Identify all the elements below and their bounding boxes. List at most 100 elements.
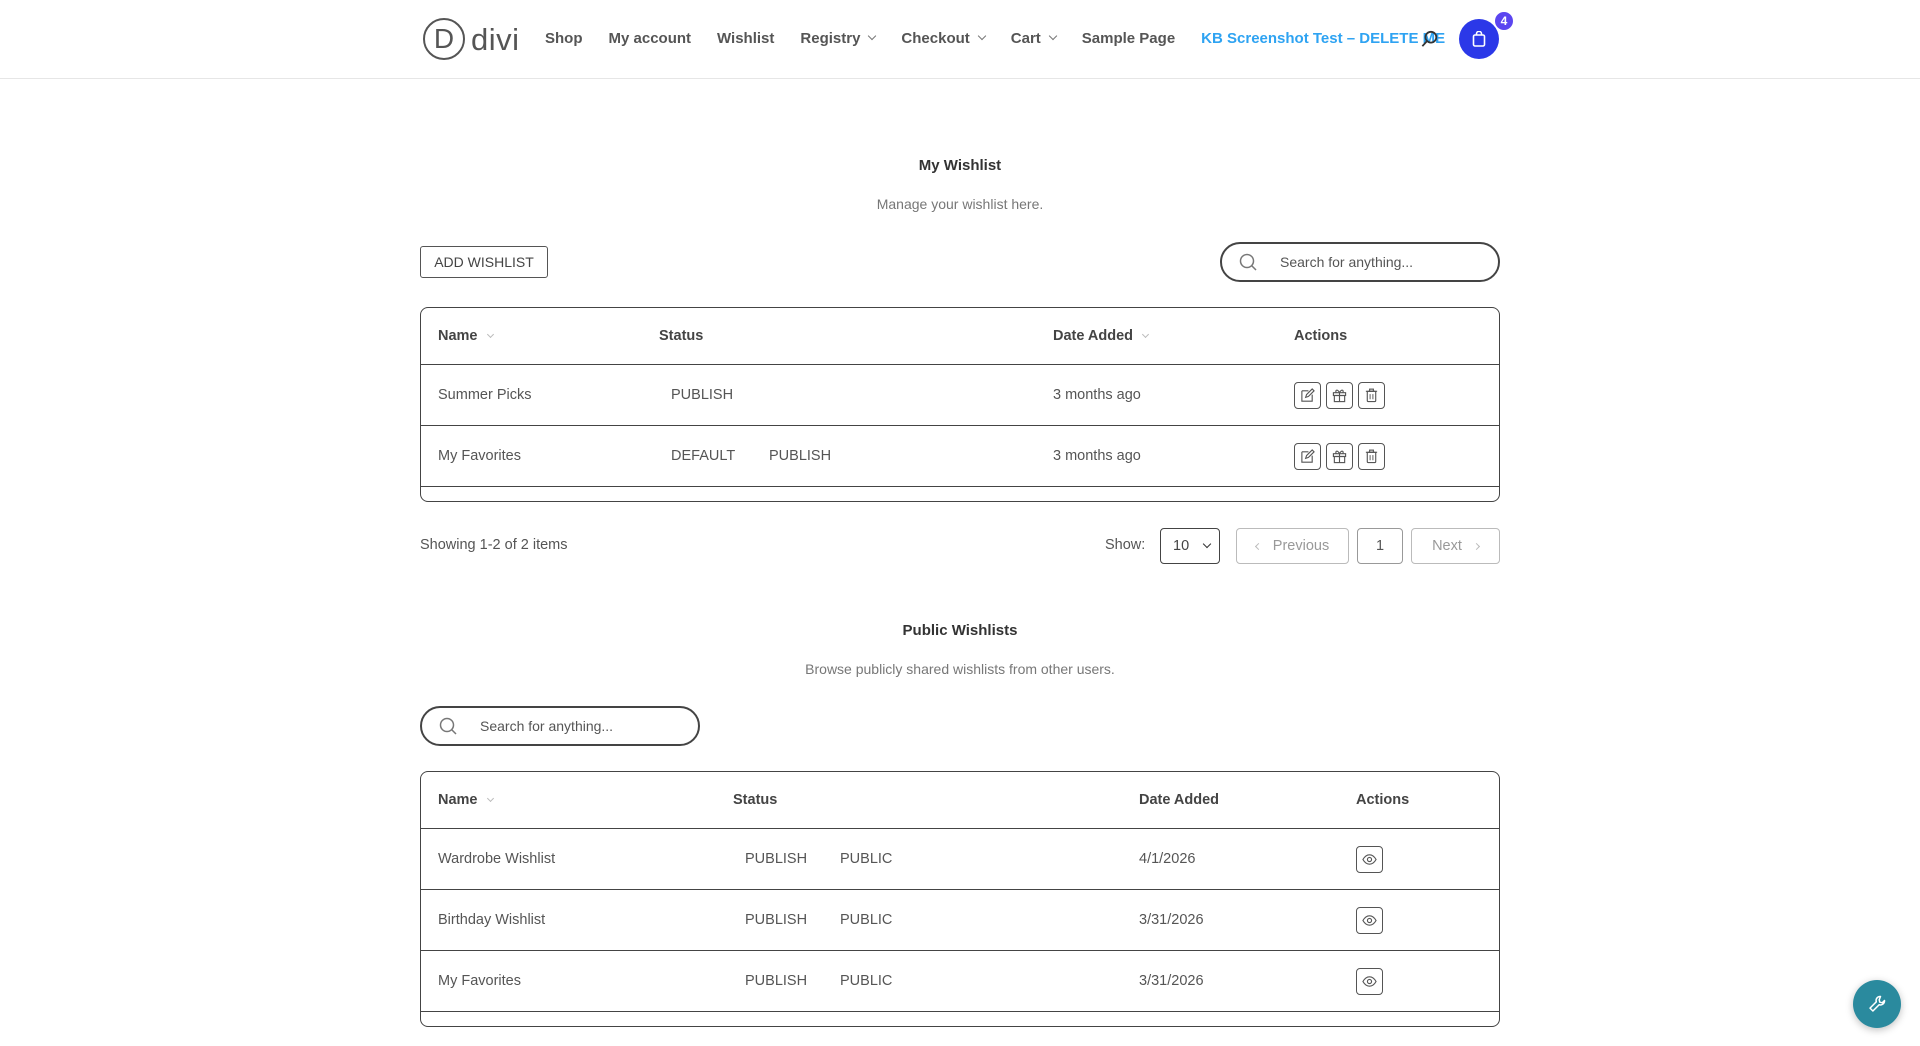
column-status-header: Status <box>659 328 704 344</box>
edit-button[interactable] <box>1294 442 1321 470</box>
status-badge: PUBLISH <box>745 851 808 867</box>
my-wishlist-search-input[interactable] <box>1280 254 1480 270</box>
column-label: Date Added <box>1053 328 1134 344</box>
search-icon[interactable] <box>1421 30 1439 48</box>
logo-mark: D <box>423 18 465 60</box>
chevron-left-icon <box>1254 542 1262 550</box>
view-button[interactable] <box>1356 967 1383 995</box>
next-page-button[interactable]: Next <box>1411 528 1500 564</box>
status-badge: PUBLISH <box>671 387 734 403</box>
shopping-bag-icon <box>1472 31 1486 47</box>
nav-label: Cart <box>1010 29 1041 47</box>
status-badge: PUBLISH <box>745 973 808 989</box>
chevron-down-icon <box>1202 539 1212 549</box>
table-row: My Favorites PUBLISH PUBLIC 3/31/2026 <box>421 951 1499 1012</box>
wishlist-name: Birthday Wishlist <box>438 912 546 928</box>
date-added: 4/1/2026 <box>1139 851 1196 867</box>
column-name-header[interactable]: Name <box>438 328 494 344</box>
add-wishlist-button[interactable]: ADD WISHLIST <box>420 246 548 278</box>
per-page-label: Show: <box>1105 537 1146 553</box>
table-row: Wardrobe Wishlist PUBLISH PUBLIC 4/1/202… <box>421 829 1499 890</box>
edit-icon <box>1301 448 1315 463</box>
public-wishlists-search <box>420 706 700 746</box>
edit-button[interactable] <box>1294 381 1321 409</box>
table-row: My Favorites DEFAULT PUBLISH 3 months ag… <box>421 426 1499 487</box>
previous-page-button[interactable]: Previous <box>1236 528 1349 564</box>
my-wishlist-title: My Wishlist <box>918 157 1002 174</box>
nav-label: Shop <box>545 29 583 47</box>
settings-fab-button[interactable] <box>1853 980 1901 1028</box>
view-button[interactable] <box>1356 845 1383 873</box>
trash-icon <box>1365 449 1378 463</box>
column-date-header[interactable]: Date Added <box>1053 328 1150 344</box>
nav-item-shop[interactable]: Shop <box>545 30 583 47</box>
status-badge: PUBLISH <box>745 912 808 928</box>
my-wishlist-search <box>1220 242 1500 282</box>
nav-item-sample-page[interactable]: Sample Page <box>1082 30 1175 47</box>
wishlist-name: My Favorites <box>438 973 521 989</box>
main-nav: Shop My account Wishlist Registry Checko… <box>545 26 1471 50</box>
view-button[interactable] <box>1356 906 1383 934</box>
column-actions-header: Actions <box>1294 328 1348 344</box>
public-wishlists-table: Name Status Date Added Actions Wardrobe … <box>420 771 1500 1027</box>
page-number-button[interactable]: 1 <box>1357 528 1403 564</box>
chevron-right-icon <box>1472 542 1480 550</box>
nav-item-wishlist[interactable]: Wishlist <box>717 30 774 47</box>
delete-button[interactable] <box>1358 381 1385 409</box>
cart-button[interactable] <box>1459 19 1499 59</box>
public-wishlists-search-input[interactable] <box>480 718 680 734</box>
wrench-icon <box>1869 995 1886 1012</box>
previous-label: Previous <box>1272 538 1330 554</box>
column-name-header[interactable]: Name <box>438 792 494 808</box>
site-header: D divi Shop My account Wishlist Registry… <box>0 0 1920 79</box>
nav-label: Checkout <box>901 29 970 47</box>
per-page-value: 10 <box>1173 538 1190 554</box>
eye-icon <box>1362 914 1377 926</box>
nav-label: My account <box>608 29 692 47</box>
eye-icon <box>1362 975 1377 987</box>
column-status-header: Status <box>733 792 778 808</box>
table-header-row: Name Status Date Added Actions <box>421 772 1499 829</box>
sort-chevron-icon <box>1141 330 1150 338</box>
cart-count-badge: 4 <box>1494 11 1514 31</box>
sort-chevron-icon <box>486 330 494 338</box>
column-date-header: Date Added <box>1139 792 1220 808</box>
site-logo[interactable]: D divi <box>423 17 520 61</box>
delete-button[interactable] <box>1358 442 1385 470</box>
search-icon <box>1239 253 1257 271</box>
eye-icon <box>1362 853 1377 865</box>
public-wishlists-subtitle: Browse publicly shared wishlists from ot… <box>805 661 1115 677</box>
chevron-down-icon <box>977 31 987 41</box>
column-label: Name <box>438 792 478 808</box>
public-wishlists-title: Public Wishlists <box>902 622 1018 639</box>
status-badge: PUBLISH <box>769 448 832 464</box>
table-footer-spacer <box>421 1012 1499 1026</box>
wishlist-name: My Favorites <box>438 448 521 464</box>
date-added: 3/31/2026 <box>1139 912 1204 928</box>
chevron-down-icon <box>868 31 877 41</box>
table-footer-spacer <box>421 487 1499 501</box>
date-added: 3 months ago <box>1053 387 1141 403</box>
search-icon <box>439 717 457 735</box>
nav-label: Registry <box>800 29 861 47</box>
sort-chevron-icon <box>486 794 494 802</box>
nav-item-registry[interactable]: Registry <box>800 29 877 47</box>
my-wishlist-table: Name Status Date Added Actions Summer Pi… <box>420 307 1500 502</box>
wishlist-name: Summer Picks <box>438 387 532 403</box>
gift-button[interactable] <box>1326 442 1353 470</box>
nav-item-checkout[interactable]: Checkout <box>901 29 987 47</box>
per-page-select[interactable]: 10 <box>1160 528 1220 564</box>
column-label: Name <box>438 328 478 344</box>
gift-button[interactable] <box>1326 381 1353 409</box>
date-added: 3/31/2026 <box>1139 973 1204 989</box>
table-row: Birthday Wishlist PUBLISH PUBLIC 3/31/20… <box>421 890 1499 951</box>
nav-label: Wishlist <box>717 29 775 47</box>
nav-item-kb-screenshot-test[interactable]: KB Screenshot Test – DELETE ME <box>1201 30 1445 47</box>
edit-icon <box>1301 387 1315 402</box>
nav-item-my-account[interactable]: My account <box>609 30 692 47</box>
pagination-summary: Showing 1-2 of 2 items <box>420 537 568 553</box>
nav-item-cart[interactable]: Cart <box>1010 29 1058 47</box>
gift-icon <box>1332 450 1347 463</box>
nav-label: KB Screenshot Test – DELETE ME <box>1201 29 1446 47</box>
wishlist-name: Wardrobe Wishlist <box>438 851 556 867</box>
